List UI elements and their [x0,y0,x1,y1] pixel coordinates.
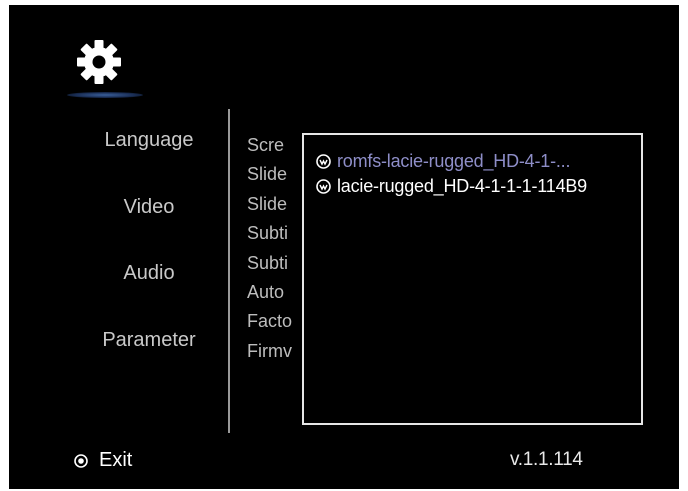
gear-icon [77,40,121,84]
setting-item[interactable]: Slide [247,164,287,185]
menu-item-video[interactable]: Video [69,196,229,219]
firmware-version: v.1.1.114 [510,449,583,470]
device-label: romfs-lacie-rugged_HD-4-1-... [337,150,571,171]
setting-item[interactable]: Facto [247,311,292,332]
device-list-item[interactable]: romfs-lacie-rugged_HD-4-1-... [316,150,570,172]
setting-item[interactable]: Slide [247,194,287,215]
menu-divider [228,109,230,433]
device-select-popup: romfs-lacie-rugged_HD-4-1-... lacie-rugg… [302,133,643,425]
setting-item[interactable]: Auto [247,282,284,303]
exit-button-icon [74,453,88,468]
menu-item-language[interactable]: Language [69,129,229,152]
gear-underline-glow [67,92,143,98]
device-icon [316,178,331,194]
settings-screen: Language Video Audio Parameter Scre Slid… [9,5,679,489]
setting-item[interactable]: Subti [247,253,288,274]
menu-item-parameter[interactable]: Parameter [69,329,229,352]
setting-item[interactable]: Subti [247,223,288,244]
device-icon [316,153,331,169]
device-list-item[interactable]: lacie-rugged_HD-4-1-1-1-114B9 [316,175,587,197]
parameter-settings-list: Scre Slide Slide Subti Subti Auto Facto … [247,135,307,375]
menu-item-audio[interactable]: Audio [69,262,229,285]
setting-item[interactable]: Scre [247,135,284,156]
setting-item[interactable]: Firmv [247,341,292,362]
device-label: lacie-rugged_HD-4-1-1-1-114B9 [337,175,587,196]
exit-label: Exit [99,449,133,471]
exit-button[interactable]: Exit [74,449,132,472]
